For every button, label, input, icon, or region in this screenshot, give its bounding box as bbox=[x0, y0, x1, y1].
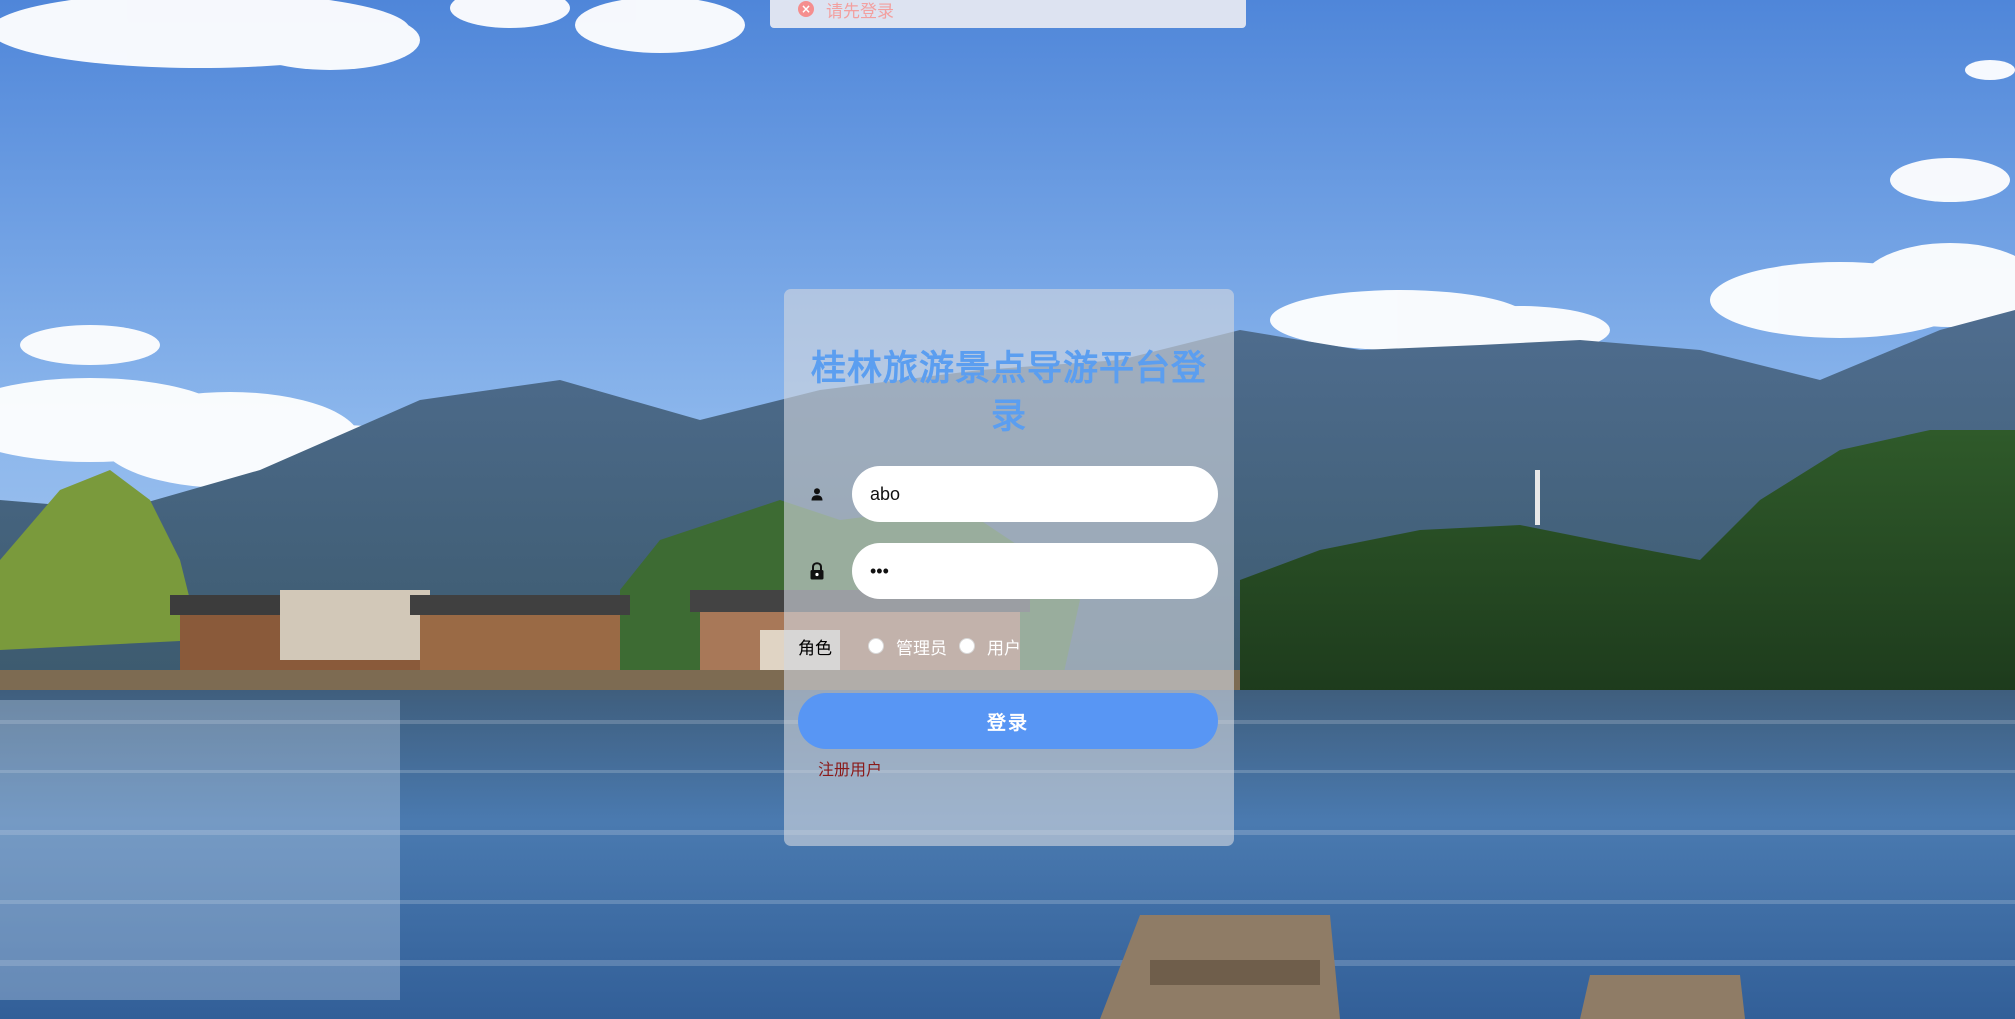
login-page: × 请先登录 桂林旅游景点导游平台登录 abo ••• 角色 管理员 用户 登录… bbox=[0, 0, 2015, 1019]
toast-message: 请先登录 bbox=[826, 1, 894, 22]
role-user-label[interactable]: 用户 bbox=[987, 634, 1021, 659]
role-label: 角色 bbox=[798, 638, 832, 659]
login-card: 桂林旅游景点导游平台登录 角色 管理员 bbox=[784, 289, 1234, 846]
login-title: 桂林旅游景点导游平台登录 bbox=[810, 349, 1207, 437]
role-selector: 角色 管理员 用户 bbox=[798, 631, 1033, 661]
register-link[interactable]: 注册用户 bbox=[818, 756, 882, 780]
password-row bbox=[798, 543, 1218, 599]
role-admin-label[interactable]: 管理员 bbox=[896, 634, 947, 659]
username-row bbox=[798, 466, 1218, 522]
login-button[interactable]: 登录 bbox=[798, 693, 1218, 749]
lock-icon bbox=[798, 543, 836, 599]
error-toast: × 请先登录 bbox=[770, 0, 1246, 28]
role-user-radio[interactable] bbox=[959, 638, 975, 654]
error-circle-icon: × bbox=[798, 1, 814, 17]
user-icon bbox=[798, 466, 836, 522]
password-input[interactable] bbox=[852, 543, 1218, 599]
username-input[interactable] bbox=[852, 466, 1218, 522]
role-admin-radio[interactable] bbox=[868, 638, 884, 654]
